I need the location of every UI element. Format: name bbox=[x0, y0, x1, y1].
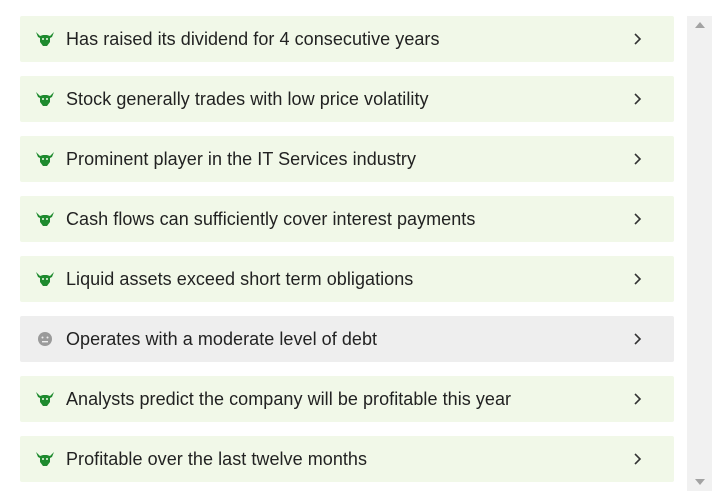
scroll-up-arrow-icon[interactable] bbox=[687, 16, 712, 34]
checklist-item-label: Has raised its dividend for 4 consecutiv… bbox=[66, 28, 440, 49]
bull-icon bbox=[35, 209, 55, 229]
checklist-item[interactable]: Prominent player in the IT Services indu… bbox=[20, 136, 674, 182]
checklist-item[interactable]: Analysts predict the company will be pro… bbox=[20, 376, 674, 422]
checklist-item[interactable]: Liquid assets exceed short term obligati… bbox=[20, 256, 674, 302]
checklist-item-label: Stock generally trades with low price vo… bbox=[66, 88, 429, 109]
bull-icon bbox=[35, 89, 55, 109]
checklist: Has raised its dividend for 4 consecutiv… bbox=[20, 16, 674, 496]
chevron-right-icon bbox=[632, 149, 644, 169]
scroll-down-arrow-icon[interactable] bbox=[687, 473, 712, 491]
neutral-face-icon bbox=[35, 329, 55, 349]
checklist-item-label: Cash flows can sufficiently cover intere… bbox=[66, 208, 476, 229]
bull-icon bbox=[35, 269, 55, 289]
chevron-right-icon bbox=[632, 329, 644, 349]
checklist-item-label: Operates with a moderate level of debt bbox=[66, 328, 378, 349]
chevron-right-icon bbox=[632, 389, 644, 409]
checklist-item-label: Profitable over the last twelve months bbox=[66, 448, 368, 469]
bull-icon bbox=[35, 389, 55, 409]
bull-icon bbox=[35, 449, 55, 469]
checklist-item[interactable]: Stock generally trades with low price vo… bbox=[20, 76, 674, 122]
chevron-right-icon bbox=[632, 29, 644, 49]
chevron-right-icon bbox=[632, 269, 644, 289]
chevron-right-icon bbox=[632, 89, 644, 109]
bull-icon bbox=[35, 149, 55, 169]
bull-icon bbox=[35, 29, 55, 49]
checklist-item-label: Liquid assets exceed short term obligati… bbox=[66, 268, 414, 289]
checklist-item[interactable]: Has raised its dividend for 4 consecutiv… bbox=[20, 16, 674, 62]
checklist-item-label: Prominent player in the IT Services indu… bbox=[66, 148, 417, 169]
checklist-item[interactable]: Profitable over the last twelve months bbox=[20, 436, 674, 482]
checklist-item[interactable]: Operates with a moderate level of debt bbox=[20, 316, 674, 362]
checklist-item[interactable]: Cash flows can sufficiently cover intere… bbox=[20, 196, 674, 242]
chevron-right-icon bbox=[632, 449, 644, 469]
vertical-scrollbar[interactable] bbox=[687, 16, 712, 491]
chevron-right-icon bbox=[632, 209, 644, 229]
checklist-item-label: Analysts predict the company will be pro… bbox=[66, 388, 512, 409]
